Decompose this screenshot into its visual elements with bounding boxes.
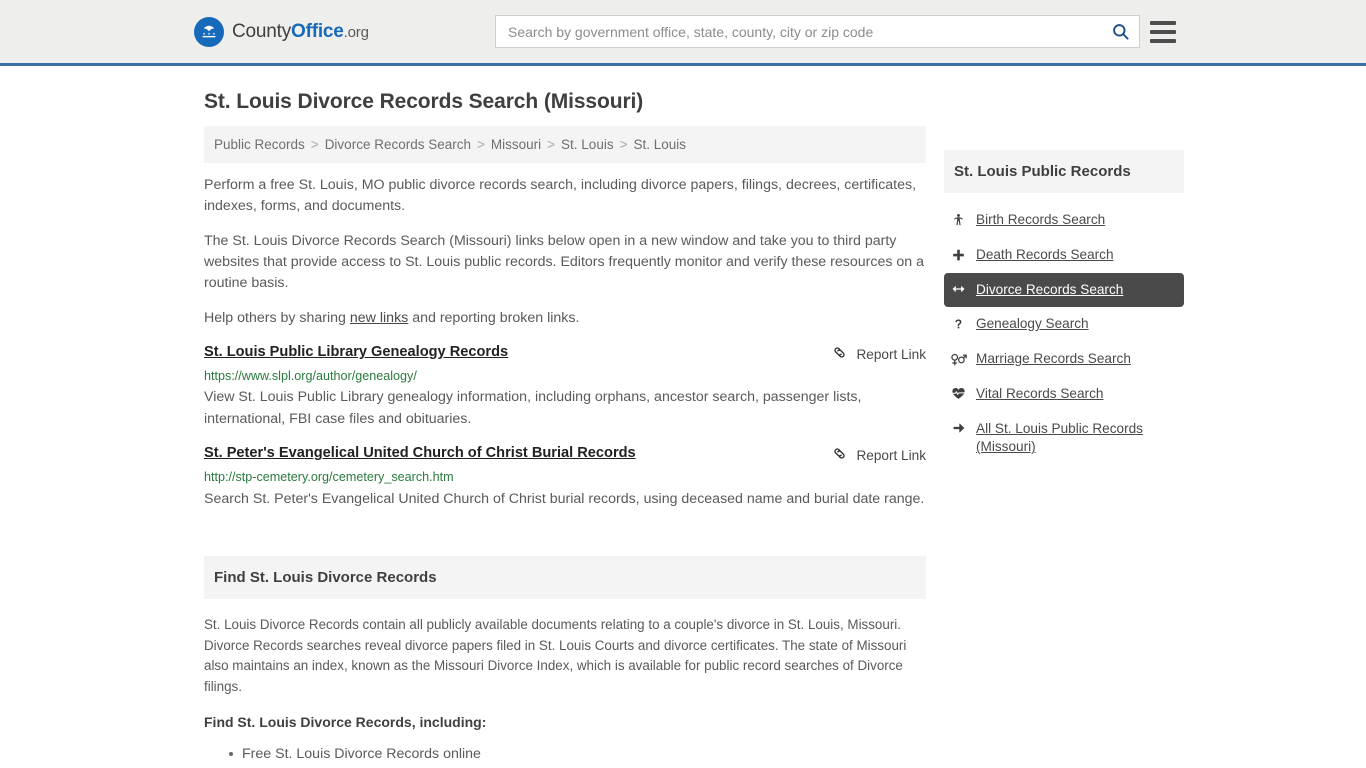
- sidebar-item-birth-records-search[interactable]: Birth Records Search: [944, 203, 1184, 238]
- section-body: St. Louis Divorce Records contain all pu…: [204, 599, 926, 765]
- left-right-arrows-icon: [950, 281, 967, 296]
- section-list-heading: Find St. Louis Divorce Records, includin…: [204, 713, 487, 730]
- sidebar-item-marriage-records-search[interactable]: Marriage Records Search: [944, 342, 1184, 377]
- breadcrumb-separator: >: [619, 137, 628, 152]
- search-bar[interactable]: [495, 15, 1140, 48]
- sidebar-item-all-st-louis-public-records-missouri[interactable]: All St. Louis Public Records (Missouri): [944, 412, 1184, 466]
- section-heading: Find St. Louis Divorce Records: [204, 555, 926, 599]
- search-button[interactable]: [1101, 16, 1139, 47]
- sidebar-item-divorce-records-search[interactable]: Divorce Records Search: [944, 272, 1184, 308]
- brand-part-county: County: [232, 20, 292, 42]
- breadcrumb-item[interactable]: Missouri: [491, 137, 541, 152]
- brand-part-office: Office: [291, 20, 344, 42]
- result-title-link[interactable]: St. Louis Public Library Genealogy Recor…: [204, 343, 508, 362]
- sidebar: St. Louis Public Records Birth Records S…: [944, 126, 1184, 768]
- brand-part-org: .org: [343, 23, 369, 41]
- menu-bar-3: [1150, 38, 1176, 43]
- section-list: Free St. Louis Divorce Records online: [204, 744, 926, 765]
- sidebar-item-label: Genealogy Search: [976, 316, 1089, 332]
- eagle-shield-logo-icon: [194, 16, 224, 47]
- result-item: St. Peter's Evangelical United Church of…: [204, 444, 926, 509]
- sidebar-list: Birth Records Search Death Records Search…: [944, 193, 1184, 465]
- child-icon: [950, 211, 967, 228]
- result-url: http://stp-cemetery.org/cemetery_search.…: [204, 470, 454, 485]
- page-title: St. Louis Divorce Records Search (Missou…: [204, 90, 644, 113]
- venus-mars-icon: [950, 350, 967, 367]
- new-links-link[interactable]: new links: [350, 310, 408, 326]
- page-container: St. Louis Divorce Records Search (Missou…: [0, 90, 1366, 768]
- section-list-item: Free St. Louis Divorce Records online: [229, 744, 926, 765]
- menu-bar-1: [1150, 20, 1176, 25]
- breadcrumb-separator: >: [310, 137, 319, 152]
- sidebar-item-label: Vital Records Search: [976, 385, 1104, 401]
- arrow-right-icon: [950, 420, 967, 435]
- sidebar-item-death-records-search[interactable]: Death Records Search: [944, 238, 1184, 273]
- results-list: St. Louis Public Library Genealogy Recor…: [204, 343, 926, 510]
- help-line-before: Help others by sharing: [204, 310, 350, 327]
- hamburger-menu-icon[interactable]: [1150, 20, 1176, 43]
- result-header: St. Louis Public Library Genealogy Recor…: [204, 343, 926, 364]
- question-mark-icon: [950, 315, 967, 332]
- breadcrumb-item[interactable]: Public Records: [214, 137, 305, 152]
- result-header: St. Peter's Evangelical United Church of…: [204, 444, 926, 465]
- result-url: https://www.slpl.org/author/genealogy/: [204, 369, 417, 384]
- site-logo-link[interactable]: CountyOffice.org: [194, 16, 369, 47]
- breadcrumb-item[interactable]: Divorce Records Search: [325, 137, 471, 152]
- report-link-label: Report Link: [856, 447, 926, 463]
- heart-pulse-icon: [950, 385, 967, 401]
- search-input[interactable]: [496, 16, 1101, 47]
- broken-link-icon: [831, 445, 848, 465]
- breadcrumb-item[interactable]: St. Louis: [633, 137, 686, 152]
- report-link-label: Report Link: [856, 346, 926, 362]
- sidebar-item-label: Marriage Records Search: [976, 351, 1131, 366]
- sidebar-item-vital-records-search[interactable]: Vital Records Search: [944, 377, 1184, 412]
- intro-paragraph-1: Perform a free St. Louis, MO public divo…: [204, 177, 917, 215]
- report-link-button[interactable]: Report Link: [831, 444, 926, 465]
- sidebar-item-label: All St. Louis Public Records (Missouri): [976, 420, 1143, 455]
- cross-plus-icon: [950, 246, 967, 263]
- help-line: Help others by sharing new links and rep…: [204, 308, 926, 329]
- section-paragraph: St. Louis Divorce Records contain all pu…: [204, 616, 907, 695]
- result-description: Search St. Peter's Evangelical United Ch…: [204, 490, 925, 507]
- result-description: View St. Louis Public Library genealogy …: [204, 389, 862, 428]
- sidebar-item-label: Birth Records Search: [976, 212, 1106, 227]
- help-line-after: and reporting broken links.: [408, 310, 580, 327]
- broken-link-icon: [831, 344, 848, 364]
- site-logo-text: CountyOffice.org: [232, 21, 369, 43]
- sidebar-heading: St. Louis Public Records: [944, 150, 1184, 193]
- intro-paragraph-2: The St. Louis Divorce Records Search (Mi…: [204, 233, 924, 292]
- breadcrumb: Public Records > Divorce Records Search > Mi…: [204, 126, 926, 163]
- report-link-button[interactable]: Report Link: [831, 343, 926, 364]
- site-header: CountyOffice.org: [0, 0, 1366, 66]
- sidebar-item-label: Divorce Records Search: [976, 281, 1124, 297]
- main-content: Public Records > Divorce Records Search > Mi…: [204, 126, 926, 768]
- result-item: St. Louis Public Library Genealogy Recor…: [204, 343, 926, 430]
- result-title-link[interactable]: St. Peter's Evangelical United Church of…: [204, 444, 636, 463]
- breadcrumb-item[interactable]: St. Louis: [561, 137, 614, 152]
- breadcrumb-separator: >: [477, 137, 485, 152]
- menu-bar-2: [1150, 29, 1176, 34]
- sidebar-item-label: Death Records Search: [976, 246, 1114, 262]
- breadcrumb-separator: >: [547, 137, 556, 152]
- sidebar-item-genealogy-search[interactable]: Genealogy Search: [944, 307, 1184, 342]
